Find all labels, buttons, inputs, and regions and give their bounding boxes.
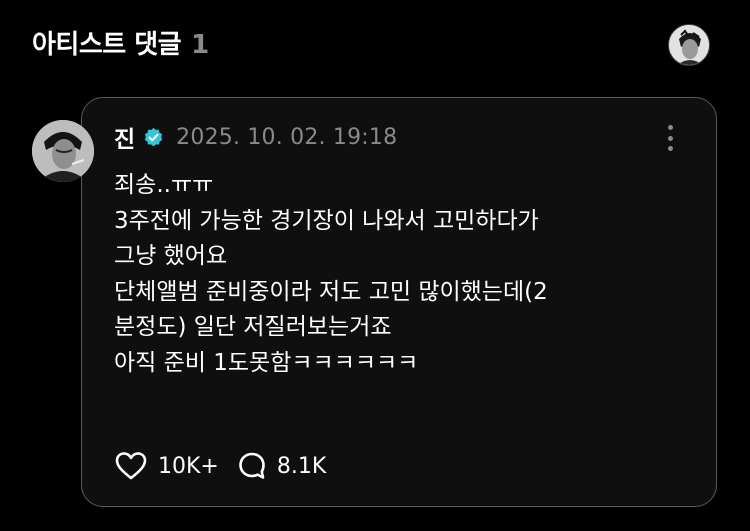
like-count: 10K+ (158, 453, 219, 479)
avatar-image (669, 25, 709, 65)
current-user-avatar[interactable] (668, 24, 710, 66)
comment-line: 아직 준비 1도못함ㅋㅋㅋㅋㅋㅋ (114, 349, 419, 376)
reply-count: 8.1K (276, 453, 327, 479)
comment-meta: 진 2025. 10. 02. 19:18 (114, 120, 398, 154)
comment-line: 분정도) 일단 저질러보는거죠 (114, 314, 392, 340)
comment-timestamp: 2025. 10. 02. 19:18 (176, 124, 398, 150)
author-name[interactable]: 진 (114, 120, 135, 154)
comment-line: 그냥 했어요 (114, 243, 228, 269)
more-vertical-icon[interactable] (660, 123, 680, 153)
comment-body: 죄송..ㅠㅠ 3주전에 가능한 경기장이 나와서 고민하다가 그냥 했어요 단체… (114, 168, 674, 381)
page-header: 아티스트 댓글 1 (0, 0, 750, 88)
comment-line: 단체앨범 준비중이라 저도 고민 많이했는데(2 (114, 278, 548, 305)
page-title: 아티스트 댓글 1 (32, 24, 209, 61)
comment-count: 1 (191, 30, 209, 60)
comment-actions: 10K+ 8.1K (114, 450, 326, 482)
speech-bubble-icon (237, 451, 267, 481)
reply-button[interactable]: 8.1K (219, 451, 326, 481)
avatar-image (32, 120, 94, 182)
comment-line: 죄송..ㅠㅠ (114, 172, 214, 198)
like-button[interactable]: 10K+ (114, 451, 219, 481)
verified-badge-icon (143, 127, 164, 148)
heart-outline-icon (114, 451, 148, 481)
comment-line: 3주전에 가능한 경기장이 나와서 고민하다가 (114, 207, 539, 234)
author-avatar[interactable] (32, 120, 94, 182)
page-title-text: 아티스트 댓글 (32, 30, 182, 60)
